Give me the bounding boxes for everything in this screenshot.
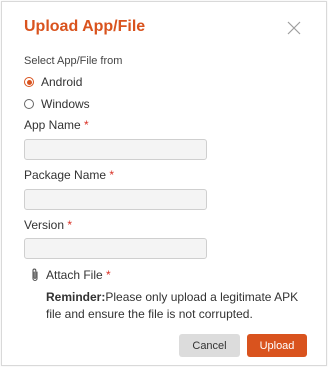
package-name-label-text: Package Name	[24, 168, 107, 182]
source-label: Select App/File from	[24, 55, 123, 67]
close-icon[interactable]	[285, 19, 303, 37]
radio-windows-label: Windows	[41, 97, 90, 111]
attach-file-label-text: Attach File	[46, 268, 103, 282]
attach-file-required-mark: *	[106, 268, 111, 282]
radio-windows[interactable]: Windows	[24, 96, 90, 112]
app-name-input[interactable]	[24, 139, 207, 160]
app-name-label: App Name *	[24, 118, 89, 132]
upload-dialog: Upload App/File Select App/File from And…	[1, 1, 327, 366]
radio-android[interactable]: Android	[24, 74, 82, 90]
reminder-prefix: Reminder:	[46, 290, 106, 304]
app-name-required-mark: *	[84, 118, 89, 132]
cancel-button[interactable]: Cancel	[179, 334, 240, 357]
version-label-text: Version	[24, 218, 65, 232]
radio-android-indicator[interactable]	[24, 77, 34, 87]
radio-windows-indicator[interactable]	[24, 99, 34, 109]
attach-file[interactable]: Attach File *	[30, 267, 111, 283]
attach-file-label: Attach File *	[46, 268, 111, 282]
package-name-required-mark: *	[109, 168, 115, 182]
version-input[interactable]	[24, 238, 207, 259]
version-required-mark: *	[67, 218, 73, 232]
dialog-title: Upload App/File	[24, 18, 146, 35]
version-label: Version *	[24, 218, 72, 232]
upload-button[interactable]: Upload	[247, 334, 307, 357]
radio-android-label: Android	[41, 75, 83, 89]
package-name-label: Package Name *	[24, 168, 114, 182]
reminder-text: Reminder:Please only upload a legitimate…	[46, 289, 308, 323]
app-name-label-text: App Name	[24, 118, 81, 132]
paperclip-icon	[32, 268, 38, 282]
package-name-input[interactable]	[24, 189, 207, 210]
